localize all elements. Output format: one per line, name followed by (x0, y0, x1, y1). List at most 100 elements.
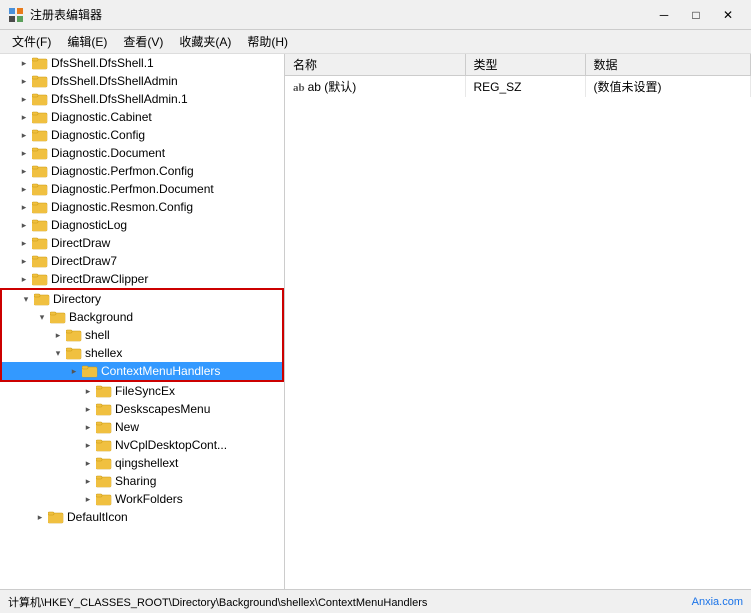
tree-item-filesyncex[interactable]: ▸ FileSyncEx (0, 382, 284, 400)
tree-item-label: DfsShell.DfsShell.1 (51, 56, 154, 70)
tree-item-workfolders[interactable]: ▸ WorkFolders (0, 490, 284, 508)
menu-item-v[interactable]: 查看(V) (115, 31, 171, 52)
tree-item-background[interactable]: ▾ Background (2, 308, 282, 326)
menu-item-h[interactable]: 帮助(H) (239, 31, 296, 52)
title-bar-left: 注册表编辑器 (8, 6, 102, 23)
expand-icon[interactable]: ▾ (18, 294, 34, 305)
tree-item-label: DiagnosticLog (51, 218, 127, 232)
folder-icon (32, 254, 48, 268)
tree-item-directdrawclipper[interactable]: ▸ DirectDrawClipper (0, 270, 284, 288)
tree-item-label: NvCplDesktopCont... (115, 438, 227, 452)
cell-type: REG_SZ (465, 76, 585, 98)
expand-icon[interactable]: ▸ (32, 512, 48, 523)
tree-item-diagnostic-resmon-config[interactable]: ▸ Diagnostic.Resmon.Config (0, 198, 284, 216)
folder-icon (32, 56, 48, 70)
expand-icon[interactable]: ▸ (66, 366, 82, 377)
expand-icon[interactable]: ▸ (16, 94, 32, 105)
table-row[interactable]: abab (默认)REG_SZ(数值未设置) (285, 76, 751, 98)
tree-item-contextmenuhandlers[interactable]: ▸ ContextMenuHandlers (2, 362, 282, 380)
tree-item-label: shell (85, 328, 110, 342)
folder-icon (66, 346, 82, 360)
expand-icon[interactable]: ▸ (50, 330, 66, 341)
folder-icon (66, 328, 82, 342)
expand-icon[interactable]: ▸ (80, 494, 96, 505)
tree-item-label: qingshellext (115, 456, 178, 470)
tree-item-shell[interactable]: ▸ shell (2, 326, 282, 344)
expand-icon[interactable]: ▸ (80, 458, 96, 469)
minimize-button[interactable]: ─ (649, 5, 679, 25)
folder-icon (50, 310, 66, 324)
menu-item-f[interactable]: 文件(F) (4, 31, 59, 52)
expand-icon[interactable]: ▸ (16, 274, 32, 285)
tree-item-directdraw7[interactable]: ▸ DirectDraw7 (0, 252, 284, 270)
close-button[interactable]: ✕ (713, 5, 743, 25)
expand-icon[interactable]: ▸ (16, 166, 32, 177)
folder-icon (32, 218, 48, 232)
tree-item-directdraw[interactable]: ▸ DirectDraw (0, 234, 284, 252)
tree-item-label: DefaultIcon (67, 510, 128, 524)
folder-icon (96, 492, 112, 506)
tree-item-directory[interactable]: ▾ Directory (2, 290, 282, 308)
app-icon (8, 7, 24, 23)
tree-item-diagnostic-cabinet[interactable]: ▸ Diagnostic.Cabinet (0, 108, 284, 126)
tree-item-dfsshell-admin[interactable]: ▸ DfsShell.DfsShellAdmin (0, 72, 284, 90)
maximize-button[interactable]: □ (681, 5, 711, 25)
expand-icon[interactable]: ▸ (16, 202, 32, 213)
status-bar: 计算机\HKEY_CLASSES_ROOT\Directory\Backgrou… (0, 589, 751, 613)
tree-item-new[interactable]: ▸ New (0, 418, 284, 436)
folder-icon (32, 128, 48, 142)
expand-icon[interactable]: ▸ (16, 148, 32, 159)
expand-icon[interactable]: ▸ (16, 76, 32, 87)
folder-icon (32, 146, 48, 160)
right-pane[interactable]: 名称 类型 数据 abab (默认)REG_SZ(数值未设置) (285, 54, 751, 589)
expand-icon[interactable]: ▸ (80, 404, 96, 415)
expand-icon[interactable]: ▾ (34, 312, 50, 323)
expand-icon[interactable]: ▸ (16, 256, 32, 267)
expand-icon[interactable]: ▸ (80, 440, 96, 451)
tree-item-diagnostic-perfmon-document[interactable]: ▸ Diagnostic.Perfmon.Document (0, 180, 284, 198)
tree-item-diagnostic-perfmon-config[interactable]: ▸ Diagnostic.Perfmon.Config (0, 162, 284, 180)
expand-icon[interactable]: ▸ (16, 184, 32, 195)
menu-item-a[interactable]: 收藏夹(A) (171, 31, 239, 52)
tree-item-sharing[interactable]: ▸ Sharing (0, 472, 284, 490)
tree-pane[interactable]: ▸ DfsShell.DfsShell.1▸ DfsShell.DfsShell… (0, 54, 285, 589)
folder-icon (32, 110, 48, 124)
tree-item-nvcpldesktopcontext[interactable]: ▸ NvCplDesktopCont... (0, 436, 284, 454)
status-path: 计算机\HKEY_CLASSES_ROOT\Directory\Backgrou… (8, 594, 427, 610)
menu-item-e[interactable]: 编辑(E) (59, 31, 115, 52)
folder-icon (48, 510, 64, 524)
tree-item-label: New (115, 420, 139, 434)
tree-item-dfsshell1[interactable]: ▸ DfsShell.DfsShell.1 (0, 54, 284, 72)
tree-item-defaulticon[interactable]: ▸ DefaultIcon (0, 508, 284, 526)
red-border-group: ▾ Directory▾ Background▸ shell▾ shellex▸… (0, 288, 284, 382)
tree-item-diagnostic-config[interactable]: ▸ Diagnostic.Config (0, 126, 284, 144)
expand-icon[interactable]: ▸ (16, 58, 32, 69)
tree-item-label: shellex (85, 346, 122, 360)
expand-icon[interactable]: ▸ (16, 112, 32, 123)
watermark: Anxia.com (692, 596, 743, 608)
folder-icon (32, 164, 48, 178)
tree-item-qingshellext[interactable]: ▸ qingshellext (0, 454, 284, 472)
folder-icon (32, 272, 48, 286)
expand-icon[interactable]: ▸ (16, 238, 32, 249)
expand-icon[interactable]: ▸ (80, 422, 96, 433)
folder-icon (32, 200, 48, 214)
tree-item-diagnosticlog[interactable]: ▸ DiagnosticLog (0, 216, 284, 234)
expand-icon[interactable]: ▾ (50, 348, 66, 359)
main-area: ▸ DfsShell.DfsShell.1▸ DfsShell.DfsShell… (0, 54, 751, 589)
folder-icon (32, 236, 48, 250)
tree-item-label: DeskscapesMenu (115, 402, 210, 416)
expand-icon[interactable]: ▸ (80, 476, 96, 487)
tree-item-label: DirectDraw7 (51, 254, 117, 268)
expand-icon[interactable]: ▸ (16, 220, 32, 231)
tree-item-label: Diagnostic.Resmon.Config (51, 200, 193, 214)
expand-icon[interactable]: ▸ (80, 386, 96, 397)
registry-table: 名称 类型 数据 abab (默认)REG_SZ(数值未设置) (285, 54, 751, 97)
expand-icon[interactable]: ▸ (16, 130, 32, 141)
tree-item-shellex[interactable]: ▾ shellex (2, 344, 282, 362)
tree-item-dfsshell-admin1[interactable]: ▸ DfsShell.DfsShellAdmin.1 (0, 90, 284, 108)
tree-item-deskscapesmenu[interactable]: ▸ DeskscapesMenu (0, 400, 284, 418)
tree-item-label: Directory (53, 292, 101, 306)
tree-item-diagnostic-document[interactable]: ▸ Diagnostic.Document (0, 144, 284, 162)
tree-item-label: Diagnostic.Document (51, 146, 165, 160)
